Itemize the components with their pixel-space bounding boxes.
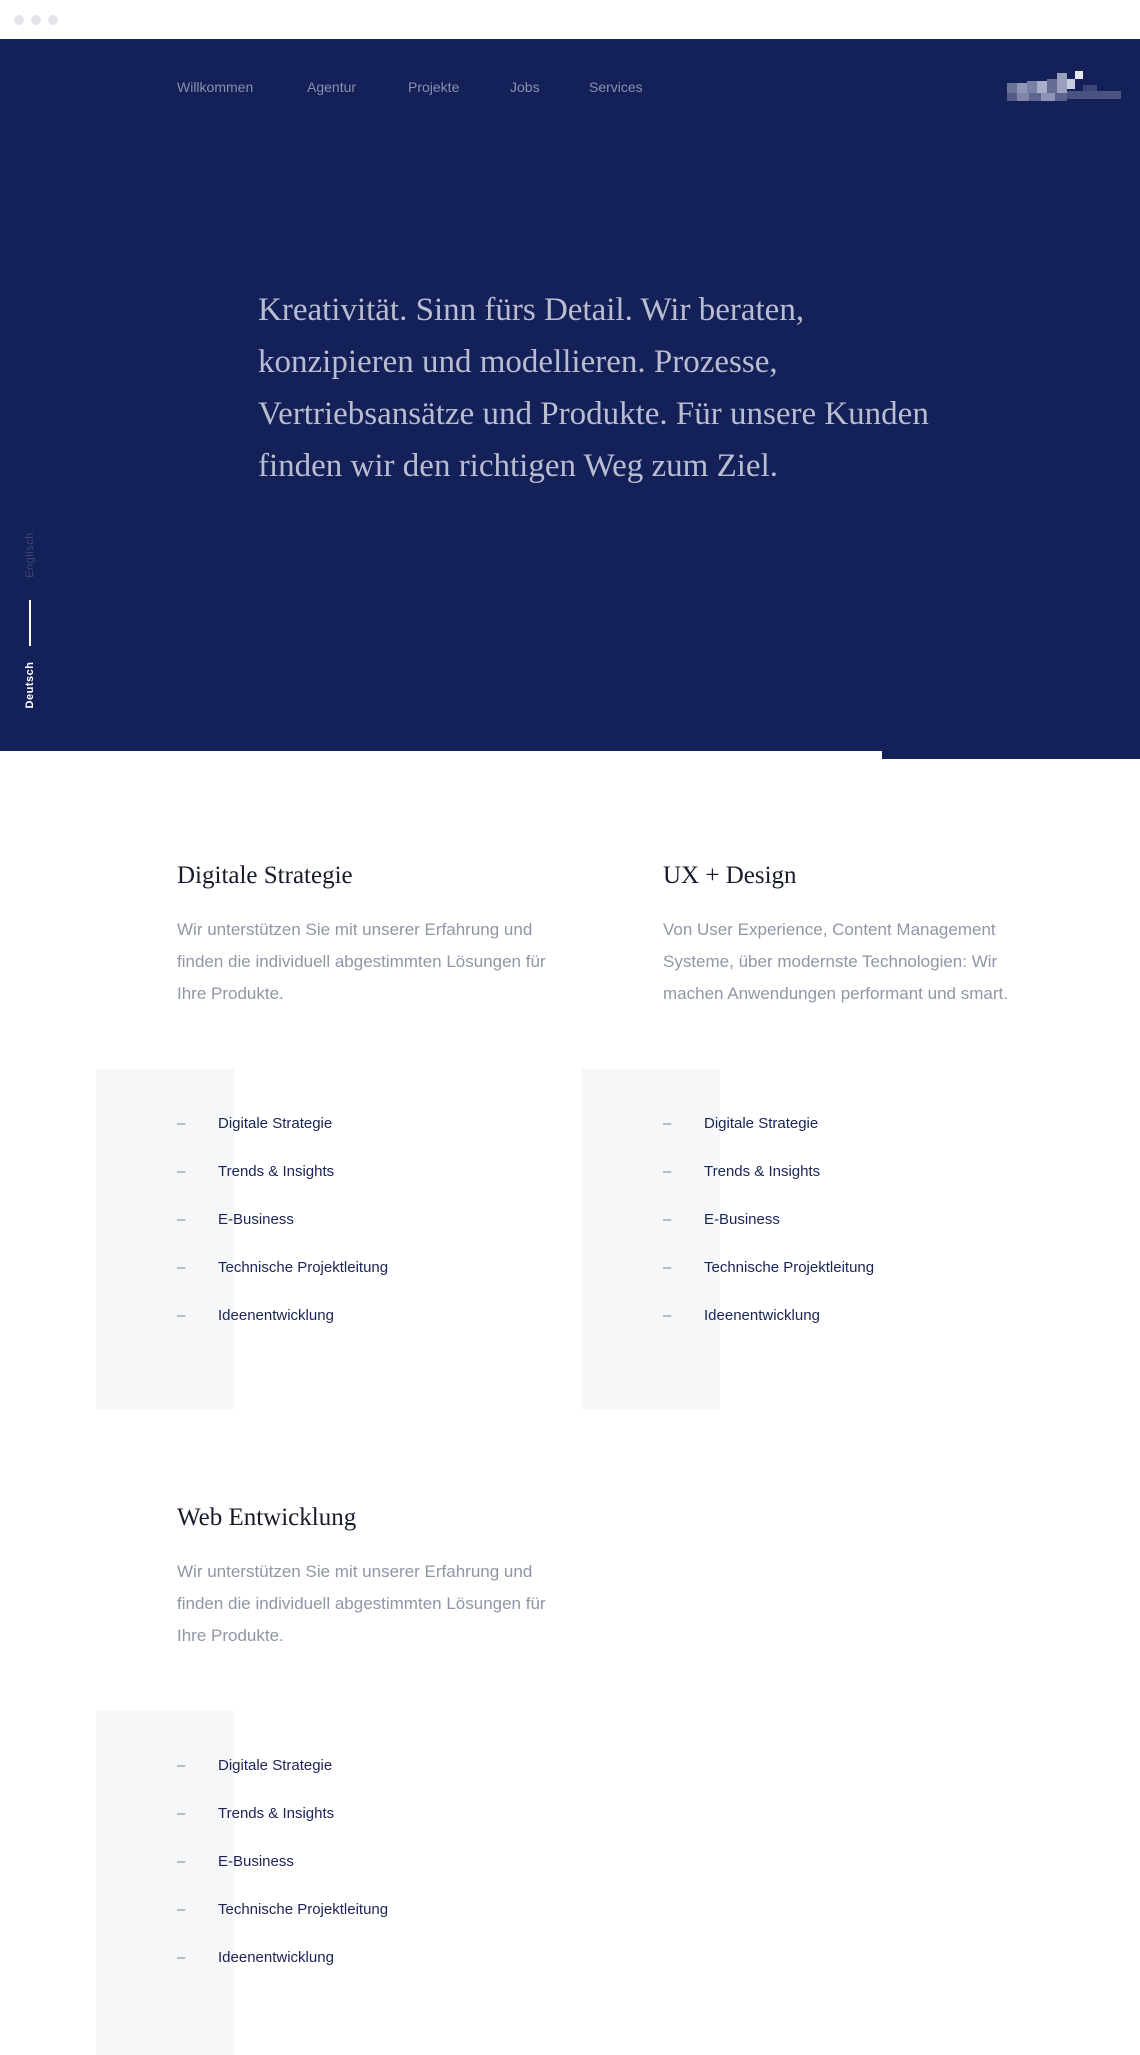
section-description: Wir unterstützen Sie mit unserer Erfahru… (177, 920, 546, 1003)
list-dash: – (663, 1259, 672, 1276)
list-item-label: E-Business (704, 1211, 780, 1228)
section-title: Web Entwicklung (177, 1504, 357, 1531)
list-item-label: Ideenentwicklung (218, 1307, 334, 1324)
list-panel-background (96, 1711, 234, 2055)
list-item-label: Ideenentwicklung (704, 1307, 820, 1324)
list-item-label: Technische Projektleitung (704, 1259, 875, 1276)
list-dash: – (177, 1163, 186, 1180)
language-indicator-line (29, 600, 31, 646)
list-item-label: Trends & Insights (218, 1163, 335, 1180)
brand-logo-icon[interactable] (1007, 71, 1121, 107)
list-item-label: Ideenentwicklung (218, 1949, 334, 1966)
list-dash: – (663, 1163, 672, 1180)
list-item-label: Digitale Strategie (218, 1757, 333, 1774)
browser-chrome (0, 0, 1140, 39)
list-dash: – (177, 1211, 186, 1228)
nav-item-services[interactable]: Services (589, 79, 643, 95)
list-dash: – (177, 1307, 186, 1324)
list-dash: – (177, 1853, 186, 1870)
hero-notch (0, 751, 882, 759)
list-item-label: Trends & Insights (704, 1163, 821, 1180)
list-item-label: E-Business (218, 1853, 294, 1870)
list-dash: – (663, 1115, 672, 1132)
language-switcher: Englisch Deutsch (18, 520, 42, 720)
section-description: Von User Experience, Content Management … (663, 920, 1008, 1003)
window-close-dot[interactable] (14, 15, 24, 25)
list-item-label: Technische Projektleitung (218, 1901, 389, 1918)
list-dash: – (177, 1115, 186, 1132)
window-minimize-dot[interactable] (31, 15, 41, 25)
list-item-label: Technische Projektleitung (218, 1259, 389, 1276)
list-dash: – (177, 1259, 186, 1276)
nav-item-willkommen[interactable]: Willkommen (177, 79, 253, 95)
list-item-label: Digitale Strategie (218, 1115, 333, 1132)
list-panel-background (582, 1069, 720, 1409)
nav-item-projekte[interactable]: Projekte (408, 79, 459, 95)
hero-tail (882, 751, 1140, 759)
list-dash: – (177, 1757, 186, 1774)
language-option-english[interactable]: Englisch (18, 520, 42, 590)
list-dash: – (663, 1307, 672, 1324)
list-dash: – (177, 1949, 186, 1966)
section-title: Digitale Strategie (177, 862, 353, 889)
list-item-label: E-Business (218, 1211, 294, 1228)
section-description: Wir unterstützen Sie mit unserer Erfahru… (177, 1562, 546, 1645)
language-english-label: Englisch (24, 532, 36, 578)
list-item-label: Trends & Insights (218, 1805, 335, 1822)
language-option-deutsch[interactable]: Deutsch (18, 650, 42, 720)
section-title: UX + Design (663, 862, 797, 889)
list-panel-background (96, 1069, 234, 1409)
list-item-label: Digitale Strategie (704, 1115, 819, 1132)
list-dash: – (177, 1901, 186, 1918)
hero-statement: Kreativität. Sinn fürs Detail. Wir berat… (258, 292, 929, 484)
list-dash: – (663, 1211, 672, 1228)
language-deutsch-label: Deutsch (24, 661, 36, 709)
window-maximize-dot[interactable] (48, 15, 58, 25)
nav-item-jobs[interactable]: Jobs (510, 79, 540, 95)
list-dash: – (177, 1805, 186, 1822)
nav-item-agentur[interactable]: Agentur (307, 79, 356, 95)
